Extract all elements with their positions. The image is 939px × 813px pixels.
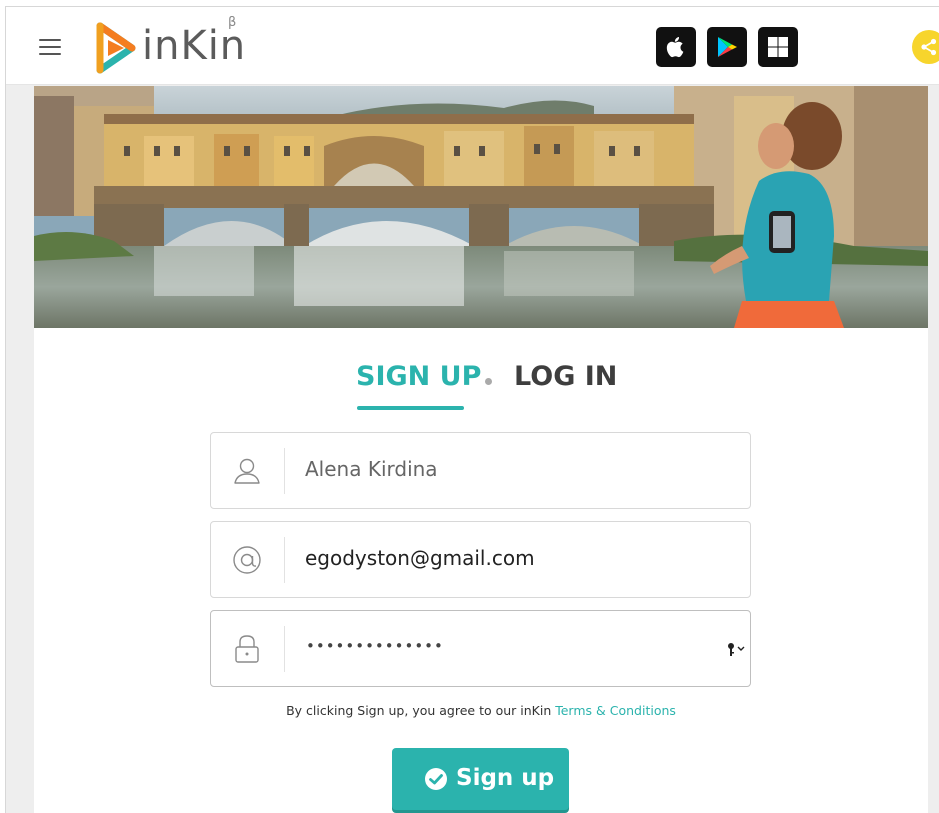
tab-signup[interactable]: SIGN UP	[356, 361, 481, 392]
hero-image	[34, 86, 928, 328]
name-field[interactable]: Alena Kirdina	[210, 432, 751, 509]
auth-tabs: SIGN UP LOG IN	[34, 361, 928, 411]
app-window: inKin β SIGN UP LOG IN Alena Kirdina ego…	[5, 6, 939, 813]
field-divider	[284, 626, 285, 672]
signup-button[interactable]: Sign up	[392, 748, 569, 810]
lock-icon	[235, 635, 259, 663]
terms-link[interactable]: Terms & Conditions	[555, 703, 676, 718]
signup-card: SIGN UP LOG IN Alena Kirdina egodyston@g…	[34, 328, 928, 813]
logo-mark-icon	[96, 22, 136, 74]
field-divider	[284, 537, 285, 583]
password-input[interactable]: ••••••••••••••	[306, 637, 444, 655]
terms-prefix: By clicking Sign up, you agree to our in…	[286, 703, 556, 718]
share-button[interactable]	[912, 30, 939, 64]
terms-text: By clicking Sign up, you agree to our in…	[34, 703, 928, 718]
windows-store-button[interactable]	[758, 27, 798, 67]
check-circle-icon	[425, 768, 447, 790]
windows-icon	[768, 37, 788, 57]
name-input[interactable]: Alena Kirdina	[305, 457, 725, 487]
user-icon	[234, 458, 260, 484]
apple-store-button[interactable]	[656, 27, 696, 67]
share-icon	[921, 38, 937, 56]
beta-badge: β	[228, 15, 237, 30]
play-store-icon	[718, 37, 737, 57]
key-icon[interactable]	[727, 641, 747, 657]
field-divider	[284, 448, 285, 494]
tab-separator-dot	[485, 378, 492, 385]
email-field[interactable]: egodyston@gmail.com	[210, 521, 751, 598]
tab-login[interactable]: LOG IN	[514, 361, 617, 392]
password-field[interactable]: ••••••••••••••	[210, 610, 751, 687]
google-play-button[interactable]	[707, 27, 747, 67]
apple-icon	[666, 37, 684, 58]
hamburger-menu-icon[interactable]	[39, 39, 61, 55]
top-bar: inKin β	[6, 7, 939, 85]
active-tab-underline	[357, 406, 464, 410]
at-icon	[233, 546, 261, 574]
email-input[interactable]: egodyston@gmail.com	[305, 546, 725, 576]
hero-photo	[34, 86, 928, 328]
signup-button-label: Sign up	[456, 765, 555, 791]
